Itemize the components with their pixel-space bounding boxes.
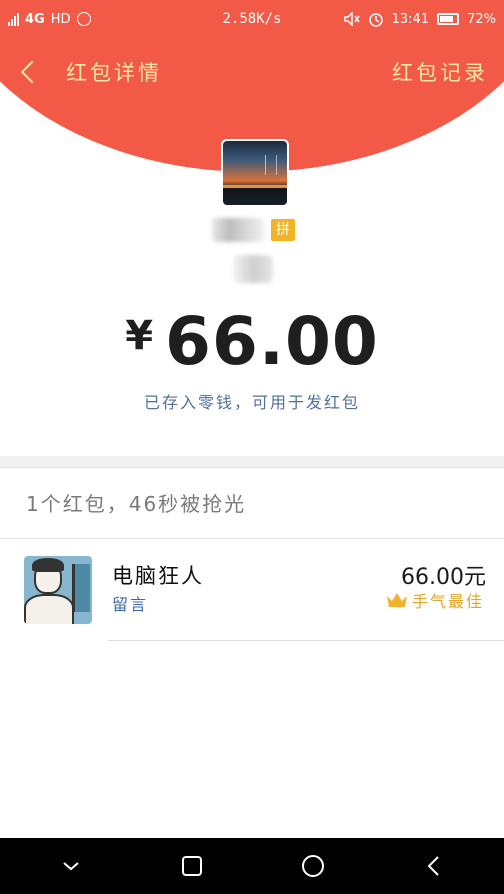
receiver-name: 电脑狂人 <box>112 564 204 588</box>
system-back-button[interactable] <box>414 846 454 886</box>
circle-home-icon <box>301 855 324 877</box>
best-luck-label: 手气最佳 <box>411 592 484 611</box>
battery-icon <box>437 13 460 25</box>
divider <box>0 538 504 539</box>
page-title: 红包详情 <box>66 61 162 85</box>
amount-value: 66.00 <box>165 303 379 380</box>
saved-to-wallet-link[interactable]: 已存入零钱，可用于发红包 <box>0 389 504 413</box>
best-luck-tag: 手气最佳 <box>386 588 484 612</box>
row-divider <box>108 640 504 641</box>
sender-avatar[interactable] <box>221 139 289 207</box>
leave-message-link[interactable]: 留言 <box>112 591 148 615</box>
red-packet-records-link[interactable]: 红包记录 <box>392 57 488 87</box>
receiver-avatar[interactable] <box>24 556 92 624</box>
recent-apps-button[interactable] <box>172 846 212 886</box>
section-divider <box>0 456 504 468</box>
home-button[interactable] <box>293 846 333 886</box>
crown-icon <box>386 593 407 607</box>
currency-symbol: ¥ <box>125 313 154 359</box>
system-navigation-bar <box>0 838 504 894</box>
receiver-amount: 66.00元 <box>401 565 486 590</box>
nav-bar: 红包详情 红包记录 <box>0 50 504 94</box>
chevron-down-icon <box>62 862 79 871</box>
collapse-button[interactable] <box>51 846 91 886</box>
network-speed: 2.58K/s <box>222 11 282 27</box>
received-amount: ¥66.00 <box>0 303 504 380</box>
sender-name-redacted <box>212 218 264 242</box>
red-packet-detail-screen: 4G HD 2.58K/s 13:41 72% 红包详情 红包记录 拼 ¥ 66… <box>0 0 504 894</box>
packet-summary: 1个红包，46秒被抢光 <box>26 492 247 516</box>
blessing-redacted <box>233 255 273 283</box>
status-bar: 4G HD 2.58K/s 13:41 72% <box>0 0 504 38</box>
triangle-back-icon <box>427 856 439 876</box>
back-chevron-icon[interactable] <box>20 60 44 84</box>
square-recent-icon <box>181 856 202 876</box>
pin-badge: 拼 <box>271 219 295 241</box>
